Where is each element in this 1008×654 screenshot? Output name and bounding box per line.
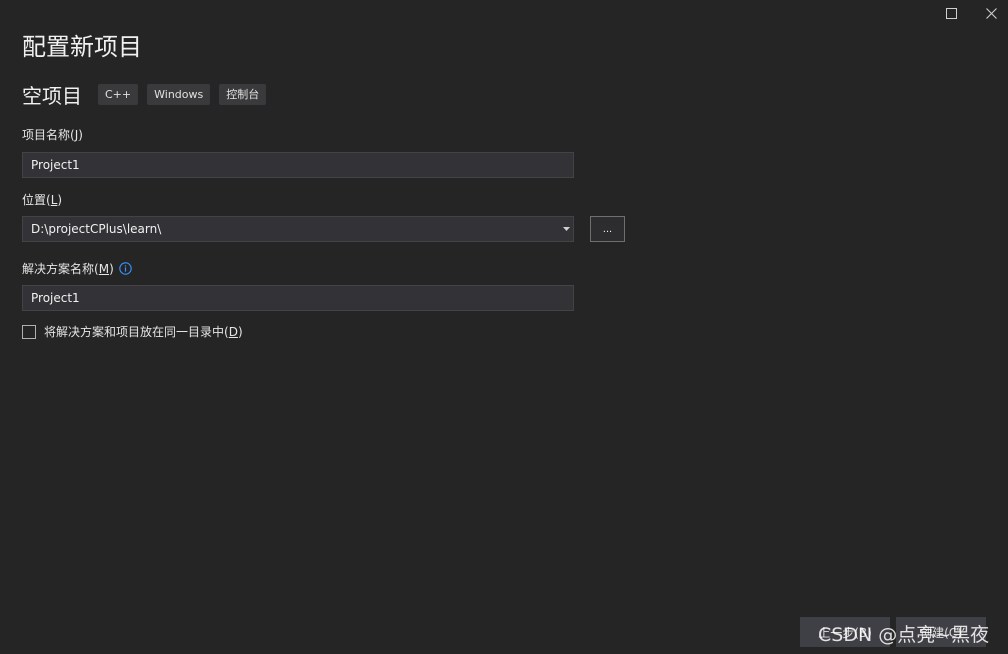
info-icon[interactable] xyxy=(119,262,132,275)
maximize-icon xyxy=(945,7,957,19)
close-icon xyxy=(985,7,997,19)
tag-windows: Windows xyxy=(147,84,211,105)
template-name: 空项目 xyxy=(22,84,82,108)
tag-cpp: C++ xyxy=(98,84,139,105)
project-name-input[interactable] xyxy=(22,152,574,178)
page-title: 配置新项目 xyxy=(22,33,142,61)
same-directory-checkbox[interactable] xyxy=(22,324,36,339)
solution-name-input[interactable] xyxy=(22,285,574,311)
maximize-button[interactable] xyxy=(941,4,961,22)
dropdown-arrow-icon[interactable] xyxy=(559,217,573,241)
create-button[interactable]: 创建(C) xyxy=(896,617,986,647)
project-name-label: 项目名称(J) xyxy=(22,128,83,142)
location-value: D:\projectCPlus\learn\ xyxy=(31,222,162,236)
browse-button[interactable]: ... xyxy=(590,216,625,242)
tag-console: 控制台 xyxy=(219,84,267,105)
same-directory-label: 将解决方案和项目放在同一目录中(D) xyxy=(44,325,243,339)
location-label: 位置(L) xyxy=(22,193,63,207)
back-button[interactable]: 上一步(B) xyxy=(800,617,890,647)
solution-name-label: 解决方案名称(M) xyxy=(22,260,132,277)
location-combobox[interactable]: D:\projectCPlus\learn\ xyxy=(22,216,574,242)
template-header: 空项目 C++ Windows 控制台 xyxy=(22,80,275,109)
same-directory-option[interactable]: 将解决方案和项目放在同一目录中(D) xyxy=(22,323,243,340)
close-button[interactable] xyxy=(981,4,1001,22)
